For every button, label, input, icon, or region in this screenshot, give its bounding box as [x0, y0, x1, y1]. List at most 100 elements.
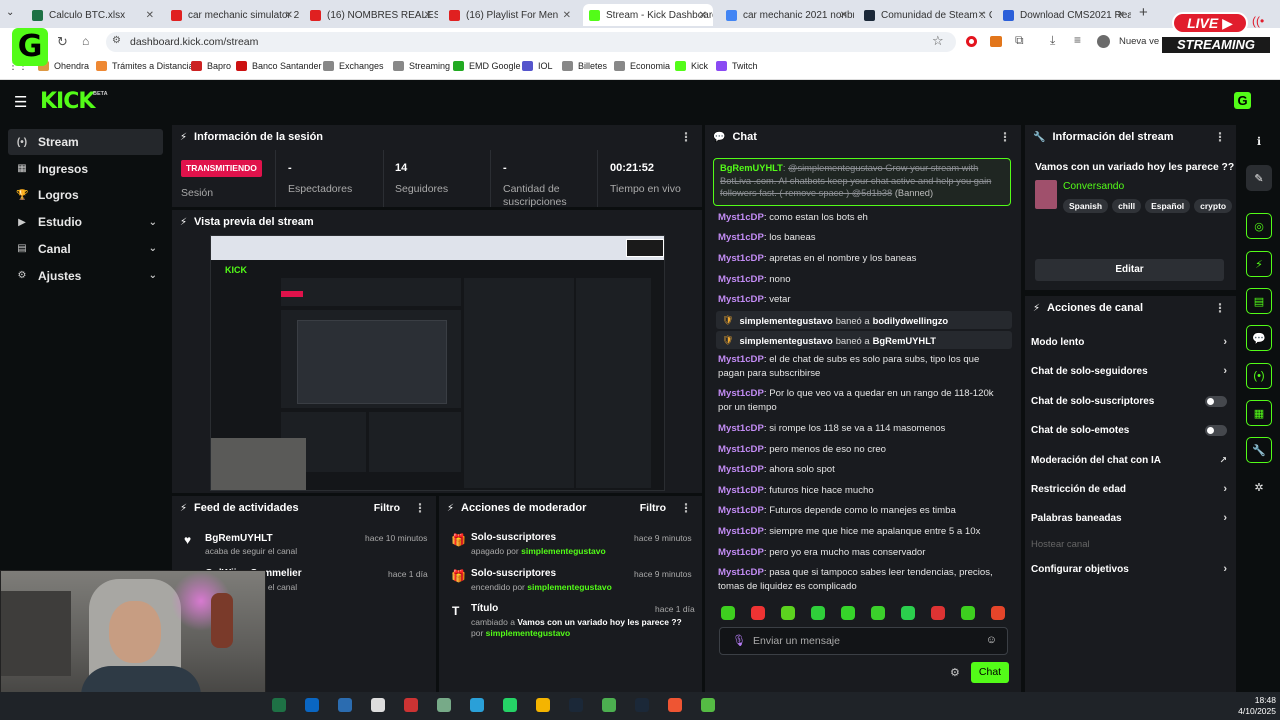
- sidebar-item-canal[interactable]: ▤ Canal ⌄: [8, 236, 163, 262]
- chat-username[interactable]: Myst1cDP: [718, 444, 764, 455]
- activity-user[interactable]: BgRemUYHLT: [205, 533, 273, 544]
- url-bar[interactable]: dashboard.kick.com/stream: [106, 32, 956, 52]
- mod-user-link[interactable]: simplementegustavo: [486, 628, 571, 638]
- tab-close-icon[interactable]: ✕: [146, 10, 154, 21]
- bookmark-star-icon[interactable]: ☆: [932, 33, 944, 49]
- stream-preview-video[interactable]: KICK: [210, 235, 665, 491]
- taskbar-app-icon[interactable]: [536, 698, 550, 712]
- browser-tab[interactable]: Stream - Kick Dashboard ✕: [583, 4, 713, 26]
- bookmark-item[interactable]: Billetes: [562, 61, 607, 71]
- emote-icon[interactable]: [931, 606, 945, 620]
- more-options-icon[interactable]: ⋮: [1214, 301, 1226, 315]
- reload-icon[interactable]: ↻: [57, 34, 68, 50]
- more-options-icon[interactable]: ⋮: [414, 501, 426, 515]
- emote-icon[interactable]: [721, 606, 735, 620]
- chat-settings-icon[interactable]: ⚙: [950, 666, 960, 679]
- taskbar-app-icon[interactable]: [437, 698, 451, 712]
- chat-username[interactable]: Myst1cDP: [718, 547, 764, 558]
- info-icon[interactable]: ℹ: [1246, 128, 1272, 154]
- taskbar-app-icon[interactable]: [338, 698, 352, 712]
- home-icon[interactable]: ⌂: [82, 34, 89, 48]
- lightning-bolt-icon[interactable]: ⚡: [1246, 251, 1272, 277]
- emoji-picker-icon[interactable]: ☺: [986, 634, 997, 646]
- channel-action-item[interactable]: Moderación del chat con IA ↗: [1031, 452, 1227, 468]
- chat-username[interactable]: Myst1cDP: [718, 232, 764, 243]
- camera-lens-icon[interactable]: ◎: [1246, 213, 1272, 239]
- emote-icon[interactable]: [781, 606, 795, 620]
- browser-tab[interactable]: (16) NOMBRES REALES DE✕: [304, 4, 438, 26]
- chat-username[interactable]: Myst1cDP: [718, 526, 764, 537]
- chat-username[interactable]: Myst1cDP: [718, 253, 764, 264]
- channel-action-item[interactable]: Chat de solo-suscriptores: [1031, 393, 1227, 409]
- toggle-switch[interactable]: [1205, 424, 1227, 436]
- activity-filter-button[interactable]: Filtro: [374, 502, 400, 514]
- stream-tag[interactable]: chill: [1112, 199, 1142, 213]
- emote-icon[interactable]: [901, 606, 915, 620]
- stream-tag[interactable]: Spanish: [1063, 199, 1109, 213]
- mod-filter-button[interactable]: Filtro: [640, 502, 666, 514]
- emote-icon[interactable]: [871, 606, 885, 620]
- site-info-icon[interactable]: ⚙: [112, 35, 121, 46]
- wrench-icon[interactable]: 🔧: [1246, 437, 1272, 463]
- chat-username[interactable]: Myst1cDP: [718, 485, 764, 496]
- taskbar-app-icon[interactable]: [470, 698, 484, 712]
- chat-send-button[interactable]: Chat: [971, 662, 1009, 683]
- chat-username[interactable]: Myst1cDP: [718, 212, 764, 223]
- taskbar-app-icon[interactable]: [272, 698, 286, 712]
- toggle-switch[interactable]: [1205, 395, 1227, 407]
- category-thumbnail[interactable]: [1035, 180, 1057, 209]
- sidebar-item-ingresos[interactable]: ▦ Ingresos: [8, 156, 163, 182]
- layout-panels-icon[interactable]: ▦: [1246, 400, 1272, 426]
- emote-icon[interactable]: [841, 606, 855, 620]
- new-tab-button[interactable]: +: [1139, 4, 1148, 21]
- chat-username[interactable]: BgRemUYHLT: [720, 163, 783, 173]
- emote-icon[interactable]: [811, 606, 825, 620]
- chat-username[interactable]: Myst1cDP: [718, 464, 764, 475]
- sidebar-item-estudio[interactable]: ▶ Estudio ⌄: [8, 209, 163, 235]
- clipboard-icon[interactable]: ▤: [1246, 288, 1272, 314]
- channel-action-item[interactable]: Chat de solo-seguidores ›: [1031, 363, 1227, 379]
- chat-username[interactable]: Myst1cDP: [718, 423, 764, 434]
- extension-opera-icon[interactable]: [966, 36, 977, 47]
- tab-close-icon[interactable]: ✕: [840, 10, 848, 21]
- taskbar-app-icon[interactable]: [701, 698, 715, 712]
- taskbar-app-icon[interactable]: [602, 698, 616, 712]
- tab-list-menu-icon[interactable]: ⌄: [6, 7, 14, 18]
- stream-tag[interactable]: crypto: [1194, 199, 1233, 213]
- more-options-icon[interactable]: ⋮: [680, 501, 692, 515]
- bookmark-item[interactable]: Streaming: [393, 61, 450, 71]
- bookmark-item[interactable]: Economia: [614, 61, 670, 71]
- channel-action-item[interactable]: Restricción de edad ›: [1031, 481, 1227, 497]
- tab-close-icon[interactable]: ✕: [978, 10, 986, 21]
- more-options-icon[interactable]: ⋮: [999, 130, 1011, 144]
- tab-close-icon[interactable]: ✕: [285, 10, 293, 21]
- chat-input[interactable]: 🎙 Enviar un mensaje ☺: [719, 627, 1008, 655]
- bookmark-item[interactable]: Kick: [675, 61, 708, 71]
- chat-username[interactable]: Myst1cDP: [718, 505, 764, 516]
- bookmark-item[interactable]: EMD Google: [453, 61, 521, 71]
- channel-action-item[interactable]: Modo lento ›: [1031, 334, 1227, 350]
- taskbar-app-icon[interactable]: [635, 698, 649, 712]
- bookmark-item[interactable]: Trámites a Distancia: [96, 61, 194, 71]
- bookmark-item[interactable]: Banco Santander: [236, 61, 322, 71]
- browser-tab[interactable]: Comunidad de Steam :: G ✕: [858, 4, 992, 26]
- channel-action-item[interactable]: Chat de solo-emotes: [1031, 422, 1227, 438]
- chat-username[interactable]: Myst1cDP: [718, 274, 764, 285]
- browser-tab[interactable]: (16) Playlist For Men ✕: [443, 4, 577, 26]
- emote-icon[interactable]: [991, 606, 1005, 620]
- tab-close-icon[interactable]: ✕: [563, 10, 571, 21]
- taskbar-app-icon[interactable]: [503, 698, 517, 712]
- mod-user-link[interactable]: simplementegustavo: [521, 546, 606, 556]
- taskbar-clock[interactable]: 18:48 4/10/2025: [1234, 695, 1276, 717]
- bookmark-item[interactable]: Bapro: [191, 61, 231, 71]
- profile-avatar[interactable]: [1097, 35, 1110, 48]
- tab-close-icon[interactable]: ✕: [1117, 10, 1125, 21]
- taskbar-app-icon[interactable]: [371, 698, 385, 712]
- taskbar-app-icon[interactable]: [404, 698, 418, 712]
- bookmark-item[interactable]: Exchanges: [323, 61, 384, 71]
- extensions-icon[interactable]: ⧉: [1015, 33, 1024, 48]
- user-avatar[interactable]: G: [1234, 92, 1251, 109]
- tab-close-icon[interactable]: ✕: [699, 10, 707, 21]
- kick-logo[interactable]: KICK: [40, 89, 95, 114]
- sidebar-item-logros[interactable]: 🏆 Logros: [8, 182, 163, 208]
